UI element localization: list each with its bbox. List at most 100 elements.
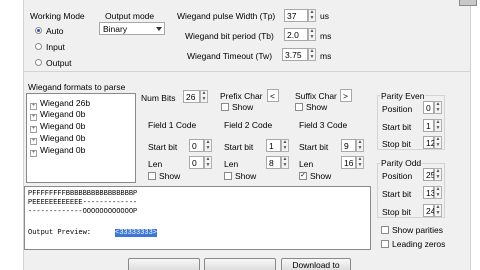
field3-len-label: Len bbox=[299, 159, 314, 169]
parity-odd-position-label: Position bbox=[382, 171, 413, 181]
formats-tree[interactable]: + Wiegand 26b + Wiegand 0b + Wiegand 0b + Wi… bbox=[26, 93, 136, 183]
field2-len-spinner[interactable]: ▲ ▼ bbox=[281, 156, 289, 169]
parity-even-stop-spinner[interactable]: ▲ ▼ bbox=[434, 136, 442, 149]
bit-period-spinner[interactable]: ▲ ▼ bbox=[308, 28, 316, 41]
parity-even-title: Parity Even bbox=[380, 91, 426, 101]
parity-even-start-spinner[interactable]: ▲ ▼ bbox=[434, 119, 442, 132]
expand-icon: + bbox=[30, 126, 37, 133]
radio-auto[interactable] bbox=[35, 27, 42, 34]
expand-icon: + bbox=[30, 114, 37, 121]
radio-input[interactable] bbox=[35, 43, 42, 50]
parity-even-start-input[interactable]: 1 bbox=[423, 119, 434, 132]
format-item[interactable]: + Wiegand 0b bbox=[30, 121, 85, 133]
preview-line-2: PEEEEEEEEEEEE------------- bbox=[28, 199, 138, 207]
preview-line-3: -------------OOOOOOOOOOOOP bbox=[28, 208, 138, 216]
show-parities-checkbox[interactable] bbox=[381, 226, 389, 234]
parity-odd-position-spinner[interactable]: ▲ ▼ bbox=[434, 168, 442, 181]
field2-title: Field 2 Code bbox=[224, 120, 273, 130]
format-item[interactable]: + Wiegand 0b bbox=[30, 145, 85, 157]
parity-odd-position-input[interactable]: 25 bbox=[423, 168, 435, 181]
section-divider bbox=[24, 71, 470, 72]
radio-auto-label: Auto bbox=[46, 26, 64, 36]
parity-even-position-input[interactable]: 0 bbox=[423, 101, 434, 114]
working-mode-title: Working Mode bbox=[30, 11, 85, 21]
chevron-down-icon bbox=[156, 27, 162, 31]
field3-show-checkbox[interactable]: ✓ bbox=[299, 172, 307, 180]
bit-period-unit: ms bbox=[320, 31, 332, 41]
radio-input-label: Input bbox=[46, 42, 65, 52]
timeout-input[interactable]: 3.75 bbox=[282, 48, 308, 61]
leading-zeros-checkbox[interactable] bbox=[381, 240, 389, 248]
field3-start-label: Start bit bbox=[299, 142, 329, 152]
field2-len-label: Len bbox=[224, 159, 239, 169]
field2-show-checkbox[interactable] bbox=[224, 172, 232, 180]
close-button[interactable] bbox=[459, 0, 477, 6]
field1-len-input[interactable]: 0 bbox=[189, 156, 204, 169]
prefix-show-label: Show bbox=[232, 102, 254, 112]
field3-title: Field 3 Code bbox=[299, 120, 348, 130]
output-preview-label: Output Preview: bbox=[28, 229, 92, 237]
bottom-button-2[interactable] bbox=[204, 258, 276, 270]
bit-period-label: Wiegand bit period (Tb) bbox=[185, 31, 274, 41]
timeout-label: Wiegand Timeout (Tw) bbox=[187, 51, 273, 61]
prefix-label: Prefix Char bbox=[220, 91, 263, 101]
num-bits-spinner[interactable]: ▲ ▼ bbox=[200, 90, 208, 103]
parity-even-stop-label: Stop bit bbox=[382, 139, 411, 149]
num-bits-input[interactable]: 26 bbox=[183, 90, 200, 103]
parity-odd-start-input[interactable]: 13 bbox=[423, 186, 435, 199]
timeout-unit: ms bbox=[320, 51, 332, 61]
parity-even-stop-input[interactable]: 12 bbox=[423, 136, 435, 149]
suffix-show-checkbox[interactable] bbox=[295, 103, 303, 111]
parity-odd-start-spinner[interactable]: ▲ ▼ bbox=[434, 186, 442, 199]
prefix-show-checkbox[interactable] bbox=[221, 103, 229, 111]
timeout-spinner[interactable]: ▲ ▼ bbox=[308, 48, 316, 61]
radio-output[interactable] bbox=[35, 59, 42, 66]
parity-even-position-label: Position bbox=[382, 104, 413, 114]
field3-len-spinner[interactable]: ▲ ▼ bbox=[356, 156, 364, 169]
format-item[interactable]: + Wiegand 0b bbox=[30, 133, 85, 145]
bit-period-input[interactable]: 2.0 bbox=[284, 28, 308, 41]
field2-start-input[interactable]: 1 bbox=[266, 139, 281, 152]
field1-show-label: Show bbox=[159, 171, 181, 181]
suffix-input[interactable]: > bbox=[340, 89, 352, 102]
pulse-width-spinner[interactable]: ▲ ▼ bbox=[308, 9, 316, 22]
parity-odd-title: Parity Odd bbox=[380, 158, 423, 168]
format-item[interactable]: + Wiegand 0b bbox=[30, 109, 85, 121]
field3-start-input[interactable]: 9 bbox=[341, 139, 356, 152]
field1-len-spinner[interactable]: ▲ ▼ bbox=[204, 156, 212, 169]
window-right-edge bbox=[470, 0, 480, 270]
parity-even-start-label: Start bit bbox=[382, 122, 412, 132]
suffix-show-label: Show bbox=[306, 102, 328, 112]
parity-odd-stop-input[interactable]: 24 bbox=[423, 204, 435, 217]
field1-title: Field 1 Code bbox=[148, 120, 197, 130]
parity-odd-stop-spinner[interactable]: ▲ ▼ bbox=[434, 204, 442, 217]
window-left-edge bbox=[0, 0, 24, 270]
field1-show-checkbox[interactable] bbox=[148, 172, 156, 180]
suffix-label: Suffix Char bbox=[295, 91, 337, 101]
field2-len-input[interactable]: 8 bbox=[266, 156, 281, 169]
prefix-input[interactable]: < bbox=[267, 89, 279, 102]
output-mode-title: Output mode bbox=[105, 11, 155, 21]
output-mode-value: Binary bbox=[103, 24, 128, 34]
parity-odd-start-label: Start bit bbox=[382, 189, 412, 199]
preview-line-1: PFFFFFFFFBBBBBBBBBBBBBBBBP bbox=[28, 190, 138, 198]
pulse-width-input[interactable]: 37 bbox=[284, 9, 308, 22]
field1-start-input[interactable]: 0 bbox=[189, 139, 204, 152]
field1-start-spinner[interactable]: ▲ ▼ bbox=[204, 139, 212, 152]
output-mode-select[interactable]: Binary bbox=[99, 22, 165, 35]
output-preview-value[interactable]: <33333333> bbox=[115, 229, 158, 237]
download-button[interactable]: Download to bbox=[281, 258, 351, 270]
field2-show-label: Show bbox=[235, 171, 257, 181]
bit-layout-preview: PFFFFFFFFBBBBBBBBBBBBBBBBP PEEEEEEEEEEEE… bbox=[24, 186, 371, 250]
expand-icon: + bbox=[30, 150, 37, 157]
field3-len-input[interactable]: 16 bbox=[341, 156, 356, 169]
field3-start-spinner[interactable]: ▲ ▼ bbox=[356, 139, 364, 152]
field1-len-label: Len bbox=[148, 159, 163, 169]
pulse-width-label: Wiegand pulse Width (Tp) bbox=[177, 11, 276, 21]
expand-icon: + bbox=[30, 138, 37, 145]
radio-output-label: Output bbox=[46, 58, 72, 68]
field3-show-label: Show bbox=[310, 171, 332, 181]
field2-start-spinner[interactable]: ▲ ▼ bbox=[281, 139, 289, 152]
bottom-button-1[interactable] bbox=[128, 258, 200, 270]
parity-even-position-spinner[interactable]: ▲ ▼ bbox=[434, 101, 442, 114]
